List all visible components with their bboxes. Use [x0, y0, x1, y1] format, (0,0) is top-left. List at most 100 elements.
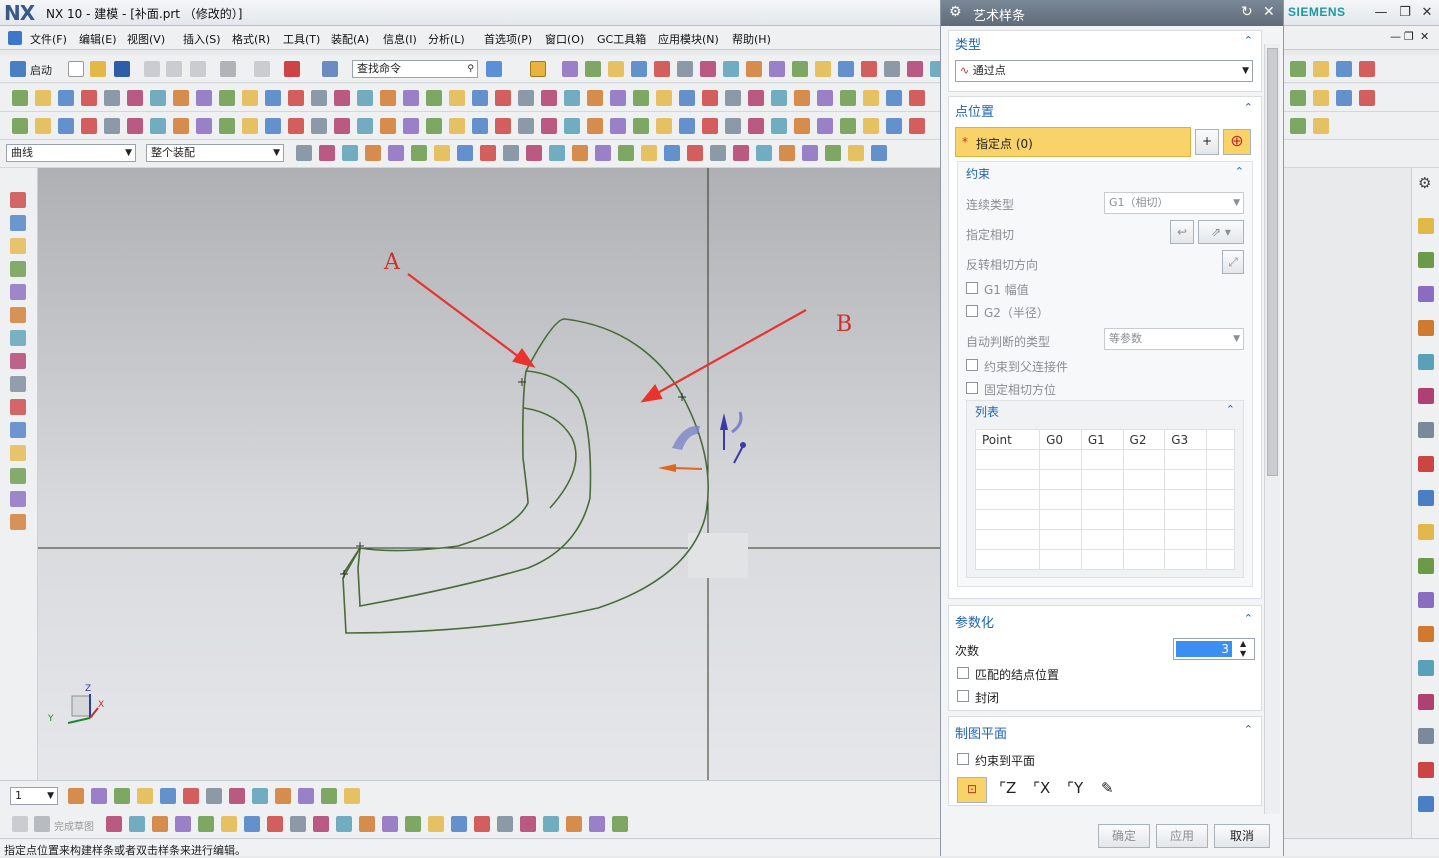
feature-tool-icon-27[interactable] [633, 90, 649, 106]
surface-extra-tool-icon-1[interactable] [1313, 118, 1329, 134]
feature-extra-tool-icon-0[interactable] [1290, 90, 1306, 106]
sketch-tool-tool-icon-19[interactable] [543, 816, 559, 832]
paste-icon[interactable] [190, 61, 206, 77]
finish-sketch-button[interactable]: 完成草图 [54, 818, 94, 833]
feature-tool-icon-16[interactable] [380, 90, 396, 106]
feature-tool-icon-38[interactable] [886, 90, 902, 106]
surface-tool-icon-18[interactable] [426, 118, 442, 134]
snap-tool-icon-17[interactable] [687, 145, 703, 161]
sketch-tool-icon-5[interactable] [183, 788, 199, 804]
sketch-tool-tool-icon-21[interactable] [589, 816, 605, 832]
finish-sketch-icon[interactable] [34, 816, 50, 832]
menu-view[interactable]: 视图(V) [127, 31, 165, 47]
surface-tool-icon-34[interactable] [794, 118, 810, 134]
feature-tool-icon-9[interactable] [219, 90, 235, 106]
surface-tool-icon-2[interactable] [58, 118, 74, 134]
reset-icon[interactable]: ↻ [1241, 4, 1253, 20]
new-file-icon[interactable] [68, 61, 84, 77]
snap-tool-icon-2[interactable] [342, 145, 358, 161]
sketch-tool-icon-3[interactable] [137, 788, 153, 804]
doc-close-icon[interactable]: ✕ [1420, 30, 1429, 43]
surface-tool-icon-19[interactable] [449, 118, 465, 134]
menu-tools[interactable]: 工具(T) [283, 31, 320, 47]
menu-info[interactable]: 信息(I) [383, 31, 417, 47]
feature-extra-tool-icon-3[interactable] [1359, 90, 1375, 106]
sketch-tool-icon-11[interactable] [321, 788, 337, 804]
snap-tool-icon-18[interactable] [710, 145, 726, 161]
sketch-tool-tool-icon-6[interactable] [244, 816, 260, 832]
sketch-tool-icon-8[interactable] [252, 788, 268, 804]
tangent-vector-button[interactable]: ↩ [1170, 220, 1194, 244]
feature-tool-icon-19[interactable] [449, 90, 465, 106]
menu-app-modules[interactable]: 应用模块(N) [658, 31, 719, 47]
snap-tool-icon-11[interactable] [549, 145, 565, 161]
feature-tool-icon-22[interactable] [518, 90, 534, 106]
plane-y-icon[interactable]: ⌜Y [1067, 779, 1083, 797]
menu-assembly[interactable]: 装配(A) [331, 31, 369, 47]
surface-tool-icon-32[interactable] [748, 118, 764, 134]
surface-tool-icon-3[interactable] [81, 118, 97, 134]
navigator-icon-7[interactable] [1418, 456, 1434, 472]
navigator-icon-8[interactable] [1418, 490, 1434, 506]
sketch-tool-icon-10[interactable] [298, 788, 314, 804]
surface-tool-icon-28[interactable] [656, 118, 672, 134]
plane-x-icon[interactable]: ⌜X [1033, 779, 1050, 797]
resource-icon-4[interactable] [10, 284, 26, 300]
feature-extra-tool-icon-2[interactable] [1336, 90, 1352, 106]
curve-tool-icon-15[interactable] [907, 61, 923, 77]
sketch-tool-tool-icon-4[interactable] [198, 816, 214, 832]
sketch-tool-icon-0[interactable] [68, 788, 84, 804]
surface-tool-icon-1[interactable] [35, 118, 51, 134]
scope-select[interactable]: 整个装配 ▼ [146, 144, 284, 162]
curve-tool-icon-10[interactable] [792, 61, 808, 77]
scroll-thumb[interactable] [1267, 48, 1278, 476]
navigator-icon-5[interactable] [1418, 388, 1434, 404]
auto-type-select[interactable]: 等参数 ▼ [1104, 328, 1244, 350]
g1-magnitude-checkbox[interactable] [966, 282, 978, 294]
navigator-icon-2[interactable] [1418, 286, 1434, 302]
render-style-icon[interactable] [486, 61, 502, 77]
snap-tool-icon-7[interactable] [457, 145, 473, 161]
surface-tool-icon-14[interactable] [334, 118, 350, 134]
sketch-icon[interactable] [12, 816, 28, 832]
constraint-header[interactable]: 约束 [966, 165, 990, 182]
feature-tool-icon-20[interactable] [472, 90, 488, 106]
feature-tool-icon-12[interactable] [288, 90, 304, 106]
surface-tool-icon-23[interactable] [541, 118, 557, 134]
resource-icon-12[interactable] [10, 468, 26, 484]
feature-tool-icon-6[interactable] [150, 90, 166, 106]
feature-tool-icon-32[interactable] [748, 90, 764, 106]
list-collapse-icon[interactable]: ⌃ [1226, 403, 1235, 416]
surface-tool-icon-29[interactable] [679, 118, 695, 134]
snap-tool-icon-21[interactable] [779, 145, 795, 161]
snap-tool-icon-4[interactable] [388, 145, 404, 161]
list-header[interactable]: 列表 [975, 403, 999, 420]
sketch-tool-icon-1[interactable] [91, 788, 107, 804]
sketch-tool-icon-4[interactable] [160, 788, 176, 804]
resource-icon-6[interactable] [10, 330, 26, 346]
resource-icon-10[interactable] [10, 422, 26, 438]
menu-format[interactable]: 格式(R) [232, 31, 270, 47]
feature-tool-icon-2[interactable] [58, 90, 74, 106]
type-header[interactable]: 类型 [955, 34, 981, 53]
sketch-tool-tool-icon-16[interactable] [474, 816, 490, 832]
feature-tool-icon-7[interactable] [173, 90, 189, 106]
surface-tool-icon-10[interactable] [242, 118, 258, 134]
feature-tool-icon-35[interactable] [817, 90, 833, 106]
surface-tool-icon-11[interactable] [265, 118, 281, 134]
surface-tool-icon-9[interactable] [219, 118, 235, 134]
restore-icon[interactable]: ❐ [1394, 3, 1416, 23]
table-row[interactable] [974, 509, 1235, 530]
selection-icon[interactable] [530, 61, 546, 77]
navigator-icon-13[interactable] [1418, 660, 1434, 676]
sketch-tool-tool-icon-2[interactable] [152, 816, 168, 832]
degree-input[interactable]: 3 [1176, 641, 1232, 657]
navigator-icon-4[interactable] [1418, 354, 1434, 370]
snap-tool-icon-3[interactable] [365, 145, 381, 161]
dialog-scrollbar[interactable] [1264, 44, 1280, 814]
snap-tool-icon-15[interactable] [641, 145, 657, 161]
g2-radius-checkbox[interactable] [966, 305, 978, 317]
constraint-collapse-icon[interactable]: ⌃ [1235, 165, 1244, 178]
snap-tool-icon-6[interactable] [434, 145, 450, 161]
feature-tool-icon-18[interactable] [426, 90, 442, 106]
